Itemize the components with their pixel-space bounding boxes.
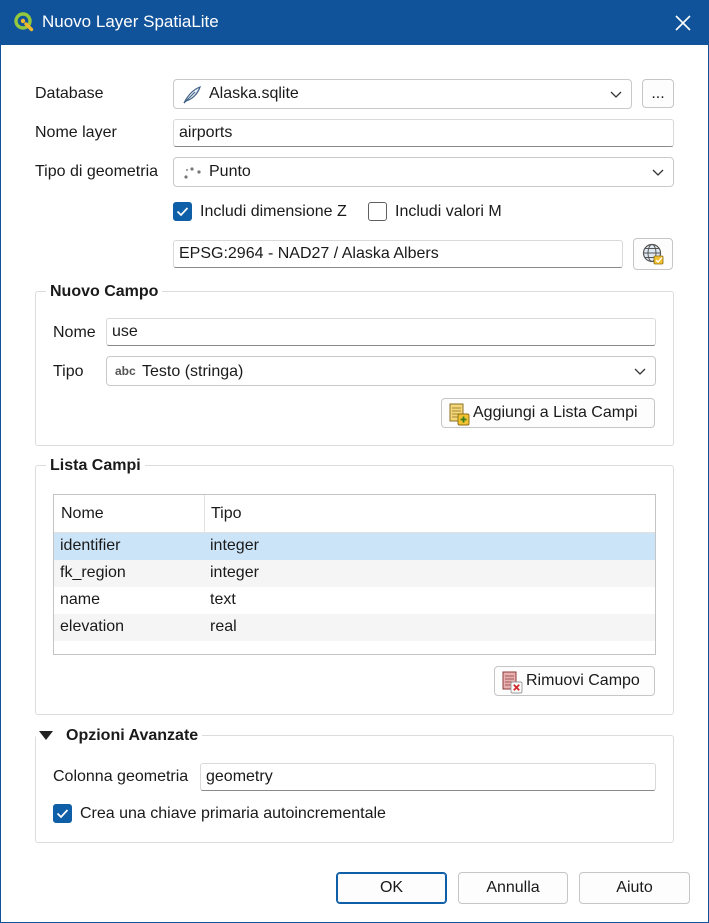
geometry-type-combo[interactable]: Punto <box>173 157 674 187</box>
field-type-label: Tipo <box>53 363 84 380</box>
new-field-group-title: Nuovo Campo <box>46 283 163 301</box>
table-row[interactable]: elevation real <box>54 614 655 641</box>
include-m-label: Includi valori M <box>395 203 502 220</box>
field-name-input[interactable]: use <box>106 318 656 346</box>
text-type-icon: abc <box>115 364 136 378</box>
field-type-cell: real <box>210 618 237 635</box>
field-type-cell: text <box>210 591 236 608</box>
field-list-table[interactable]: Nome Tipo identifier integer fk_region i… <box>53 494 656 655</box>
chevron-down-icon <box>652 169 664 176</box>
remove-field-button[interactable]: Rimuovi Campo <box>494 666 655 696</box>
chevron-down-icon <box>610 91 622 98</box>
table-header: Nome Tipo <box>54 495 655 533</box>
field-type-cell: integer <box>210 564 259 581</box>
chevron-down-icon <box>634 368 646 375</box>
add-to-field-list-label: Aggiungi a Lista Campi <box>473 404 638 421</box>
field-name-cell: fk_region <box>60 564 126 581</box>
field-name-cell: elevation <box>60 618 125 635</box>
checkmark-icon <box>56 809 69 819</box>
help-button[interactable]: Aiuto <box>579 872 690 904</box>
add-field-icon <box>449 403 470 426</box>
field-name-cell: identifier <box>60 537 121 554</box>
field-name-cell: name <box>60 591 101 608</box>
table-row[interactable]: name text <box>54 587 655 614</box>
field-type-value: Testo (stringa) <box>142 363 244 380</box>
advanced-options-title: Opzioni Avanzate <box>66 727 199 744</box>
cancel-button[interactable]: Annulla <box>458 872 568 904</box>
collapse-triangle-icon <box>39 731 53 740</box>
window-title: Nuovo Layer SpatiaLite <box>42 12 219 31</box>
table-row[interactable]: identifier integer <box>54 533 655 560</box>
ok-button[interactable]: OK <box>336 872 447 904</box>
title-bar: Nuovo Layer SpatiaLite <box>0 0 709 45</box>
field-name-label: Nome <box>53 324 96 341</box>
column-header-type[interactable]: Tipo <box>211 505 242 523</box>
close-icon <box>675 14 691 31</box>
column-header-name[interactable]: Nome <box>61 505 104 523</box>
geometry-type-label: Tipo di geometria <box>35 163 159 180</box>
table-row[interactable]: fk_region integer <box>54 560 655 587</box>
field-list-group-title: Lista Campi <box>46 457 145 475</box>
qgis-logo-icon <box>14 12 34 32</box>
close-button[interactable] <box>657 0 709 45</box>
geometry-column-input[interactable]: geometry <box>200 763 656 791</box>
remove-field-label: Rimuovi Campo <box>526 672 640 689</box>
point-icon <box>184 167 201 179</box>
geometry-column-label: Colonna geometria <box>53 768 189 785</box>
select-crs-button[interactable] <box>633 238 673 270</box>
database-value: Alaska.sqlite <box>209 85 299 102</box>
field-type-cell: integer <box>210 537 259 554</box>
autoincrement-pk-checkbox[interactable] <box>53 804 72 823</box>
include-z-label: Includi dimensione Z <box>200 203 347 220</box>
database-label: Database <box>35 85 104 102</box>
checkmark-icon <box>176 207 189 217</box>
database-combo[interactable]: Alaska.sqlite <box>173 79 632 109</box>
include-z-checkbox[interactable] <box>173 202 192 221</box>
field-type-combo[interactable]: abc Testo (stringa) <box>106 356 656 386</box>
geometry-type-value: Punto <box>209 163 251 180</box>
crs-field[interactable]: EPSG:2964 - NAD27 / Alaska Albers <box>173 240 623 268</box>
advanced-options-toggle[interactable]: Opzioni Avanzate <box>36 727 203 745</box>
remove-field-icon <box>502 671 523 694</box>
layer-name-input[interactable]: airports <box>173 119 674 147</box>
globe-crs-icon <box>642 243 664 265</box>
browse-database-button[interactable]: ... <box>642 79 674 108</box>
layer-name-label: Nome layer <box>35 124 117 141</box>
feather-icon <box>183 85 201 104</box>
autoincrement-pk-label: Crea una chiave primaria autoincremental… <box>80 805 386 822</box>
add-to-field-list-button[interactable]: Aggiungi a Lista Campi <box>441 398 655 428</box>
include-m-checkbox[interactable] <box>368 202 387 221</box>
